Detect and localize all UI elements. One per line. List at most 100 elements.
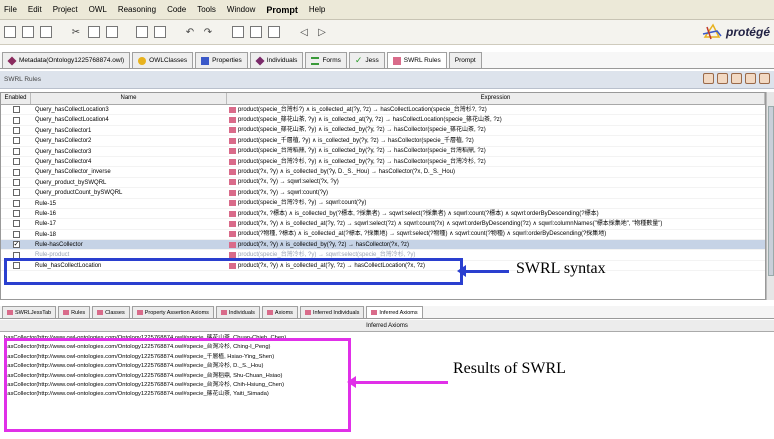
rule-name-cell[interactable]: Query_product_bySWQRL: [31, 178, 227, 187]
forward-icon[interactable]: ▷: [316, 27, 328, 38]
enabled-checkbox[interactable]: [12, 147, 20, 155]
enabled-checkbox[interactable]: [12, 220, 20, 228]
table-row[interactable]: Rule-18 product(?物種, ?標本) ∧ is_collected_…: [1, 230, 765, 241]
menu-owl[interactable]: OWL: [89, 5, 107, 14]
edit-rule-icon[interactable]: [717, 73, 728, 84]
tab-jess[interactable]: ✓ Jess: [348, 52, 385, 68]
column-header-name[interactable]: Name: [31, 93, 227, 104]
enabled-checkbox[interactable]: [12, 189, 20, 197]
rule-expression-cell[interactable]: product(specie_台灣冷杉, ?y) → sqwrl:count(?…: [227, 199, 765, 208]
btab-rules[interactable]: Rules: [58, 306, 91, 318]
paste-icon[interactable]: [106, 26, 118, 38]
menu-reasoning[interactable]: Reasoning: [118, 5, 156, 14]
enabled-checkbox[interactable]: [12, 168, 20, 176]
rule-expression-cell[interactable]: product(specie_篠花山茶, ?y) ∧ is_collected_…: [227, 115, 765, 124]
enabled-checkbox[interactable]: [12, 137, 20, 145]
rule-expression-cell[interactable]: product(specie_台灣稻鼎, ?y) ∧ is_collected_…: [227, 147, 765, 156]
rule-name-cell[interactable]: Query_hasCollector4: [31, 157, 227, 166]
rule-expression-cell[interactable]: product(specie_台灣杉?) ∧ is_collected_at(?…: [227, 105, 765, 114]
tab-individuals[interactable]: Individuals: [249, 52, 304, 68]
tab-swrl-rules[interactable]: SWRL Rules: [386, 52, 447, 68]
find-icon[interactable]: [232, 26, 244, 38]
enabled-checkbox[interactable]: [12, 199, 20, 207]
classes-view-icon[interactable]: [250, 26, 262, 38]
rule-expression-cell[interactable]: product(?x, ?y) → sqwrl:select(?x, ?y): [227, 178, 765, 187]
rule-name-cell[interactable]: Rule-16: [31, 209, 227, 218]
rule-expression-cell[interactable]: product(?x, ?y) ∧ is_collected_at(?y, ?z…: [227, 219, 765, 228]
delete-rule-icon[interactable]: [745, 73, 756, 84]
new-project-icon[interactable]: [4, 26, 16, 38]
table-row[interactable]: Query_productCount_bySWQRL product(?x, ?y…: [1, 188, 765, 199]
menu-prompt[interactable]: Prompt: [266, 5, 298, 15]
column-header-expression[interactable]: Expression: [227, 93, 765, 104]
table-row[interactable]: Query_hasCollector2 product(specie_千層植, ?…: [1, 136, 765, 147]
table-row[interactable]: Rule-17 product(?x, ?y) ∧ is_collected_at…: [1, 219, 765, 230]
scrollbar-thumb[interactable]: [768, 106, 774, 276]
tab-prompt[interactable]: Prompt: [448, 52, 482, 68]
properties-view-icon[interactable]: [268, 26, 280, 38]
rule-name-cell[interactable]: Rule-hasCollector: [31, 240, 227, 249]
rule-name-cell[interactable]: Rule-18: [31, 230, 227, 239]
rule-expression-cell[interactable]: product(?x, ?y) ∧ is_collected_by(?y, ?z…: [227, 240, 765, 249]
rule-name-cell[interactable]: Query_hasCollector1: [31, 126, 227, 135]
enabled-checkbox[interactable]: [12, 106, 20, 114]
table-row[interactable]: Query_hasCollector1 product(specie_篠花山茶, …: [1, 126, 765, 137]
rule-expression-cell[interactable]: product(specie_台灣冷杉, ?y) ∧ is_collected_…: [227, 157, 765, 166]
menu-tools[interactable]: Tools: [197, 5, 216, 14]
back-icon[interactable]: ◁: [298, 27, 310, 38]
btab-property-assertion-axioms[interactable]: Property Assertion Axioms: [131, 306, 214, 318]
menu-edit[interactable]: Edit: [28, 5, 42, 14]
redo-icon[interactable]: ↷: [202, 27, 214, 38]
table-row[interactable]: Query_hasCollector3 product(specie_台灣稻鼎, …: [1, 147, 765, 157]
open-project-icon[interactable]: [22, 26, 34, 38]
enabled-checkbox[interactable]: [12, 158, 20, 166]
table-row[interactable]: Query_product_bySWQRL product(?x, ?y) → s…: [1, 178, 765, 189]
rule-expression-cell[interactable]: product(?x, ?標本) ∧ is_collected_by(?標本, …: [227, 209, 765, 218]
btab-inferred-individuals[interactable]: Inferred Individuals: [299, 306, 365, 318]
rule-name-cell[interactable]: Query_hasCollector2: [31, 136, 227, 145]
copy-icon[interactable]: [88, 26, 100, 38]
btab-swrljesstab[interactable]: SWRLJessTab: [2, 306, 57, 318]
menu-window[interactable]: Window: [227, 5, 255, 14]
rule-name-cell[interactable]: Rule-15: [31, 199, 227, 208]
rule-expression-cell[interactable]: product(specie_千層植, ?y) ∧ is_collected_b…: [227, 136, 765, 145]
cut-icon[interactable]: ✂: [70, 27, 82, 38]
rules-scrollbar[interactable]: [766, 92, 774, 300]
table-row[interactable]: Query_hasCollectLocation4 product(specie_…: [1, 115, 765, 126]
rule-name-cell[interactable]: Rule-17: [31, 219, 227, 228]
tab-forms[interactable]: Forms: [305, 52, 347, 68]
btab-axioms[interactable]: Axioms: [261, 306, 298, 318]
tab-metadata[interactable]: Metadata(Ontology1225768874.owl): [2, 52, 131, 68]
save-project-icon[interactable]: [40, 26, 52, 38]
tab-owlclasses[interactable]: OWLClasses: [132, 52, 194, 68]
enabled-checkbox[interactable]: [12, 178, 20, 186]
table-row[interactable]: ✓ Rule-hasCollector product(?x, ?y) ∧ is_c…: [1, 240, 765, 251]
btab-classes[interactable]: Classes: [92, 306, 130, 318]
tab-properties[interactable]: Properties: [195, 52, 248, 68]
table-row[interactable]: Rule-16 product(?x, ?標本) ∧ is_collected_b…: [1, 209, 765, 220]
enabled-checkbox[interactable]: ✓: [12, 241, 20, 249]
table-row[interactable]: Rule-15 product(specie_台灣冷杉, ?y) → sqwrl:…: [1, 199, 765, 209]
menu-code[interactable]: Code: [167, 5, 186, 14]
delete-icon[interactable]: [154, 26, 166, 38]
enabled-checkbox[interactable]: [12, 116, 20, 124]
rule-expression-cell[interactable]: product(specie_篠花山茶, ?y) ∧ is_collected_…: [227, 126, 765, 135]
table-row[interactable]: Query_hasCollectLocation3 product(specie_…: [1, 105, 765, 116]
rule-expression-cell[interactable]: product(?x, ?y) ∧ is_collected_by(?y, D.…: [227, 167, 765, 176]
rule-name-cell[interactable]: Query_productCount_bySWQRL: [31, 188, 227, 197]
help-icon[interactable]: [759, 73, 770, 84]
menu-project[interactable]: Project: [53, 5, 78, 14]
btab-inferred-axioms[interactable]: Inferred Axioms: [366, 306, 423, 318]
table-row[interactable]: Query_hasCollector4 product(specie_台灣冷杉, …: [1, 157, 765, 168]
rule-expression-cell[interactable]: product(?x, ?y) → sqwrl:count(?y): [227, 188, 765, 197]
enabled-checkbox[interactable]: [12, 230, 20, 238]
rule-name-cell[interactable]: Query_hasCollectLocation4: [31, 115, 227, 124]
undo-icon[interactable]: ↶: [184, 27, 196, 38]
copy-rule-icon[interactable]: [731, 73, 742, 84]
rule-expression-cell[interactable]: product(?物種, ?標本) ∧ is_collected_at(?標本,…: [227, 230, 765, 239]
rule-name-cell[interactable]: Query_hasCollector3: [31, 147, 227, 156]
enabled-checkbox[interactable]: [12, 126, 20, 134]
menu-help[interactable]: Help: [309, 5, 325, 14]
table-row[interactable]: Query_hasCollector_inverse product(?x, ?y…: [1, 167, 765, 178]
menu-file[interactable]: File: [4, 5, 17, 14]
